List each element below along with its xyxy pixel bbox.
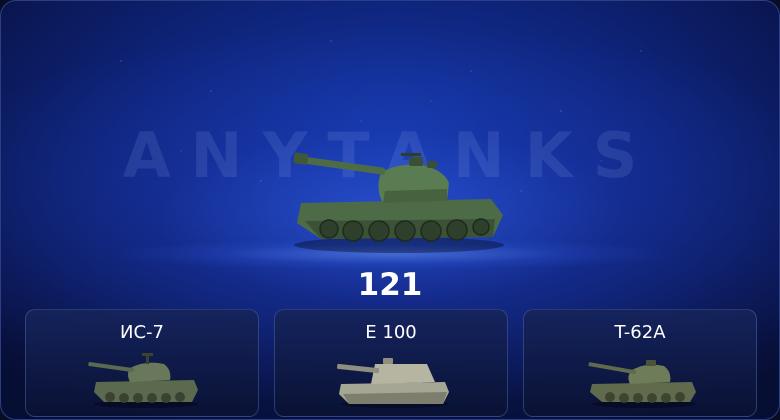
t62a-tank-icon (588, 360, 696, 408)
featured-tank-icon (293, 152, 504, 253)
tank-tile-is7[interactable]: ИС-7 (25, 309, 259, 417)
is7-tank-icon (88, 353, 198, 408)
tank-name: T-62A (614, 322, 666, 343)
tank-card: ANYTANKS 121 ИС-7 E 100 T-62A (0, 0, 780, 420)
tank-name: E 100 (365, 322, 417, 343)
tank-count: 121 (357, 267, 423, 303)
tank-tile-t62a[interactable]: T-62A (523, 309, 757, 417)
e100-tank-icon (337, 358, 449, 408)
tank-name: ИС-7 (120, 322, 164, 343)
tank-tile-e100[interactable]: E 100 (274, 309, 508, 417)
